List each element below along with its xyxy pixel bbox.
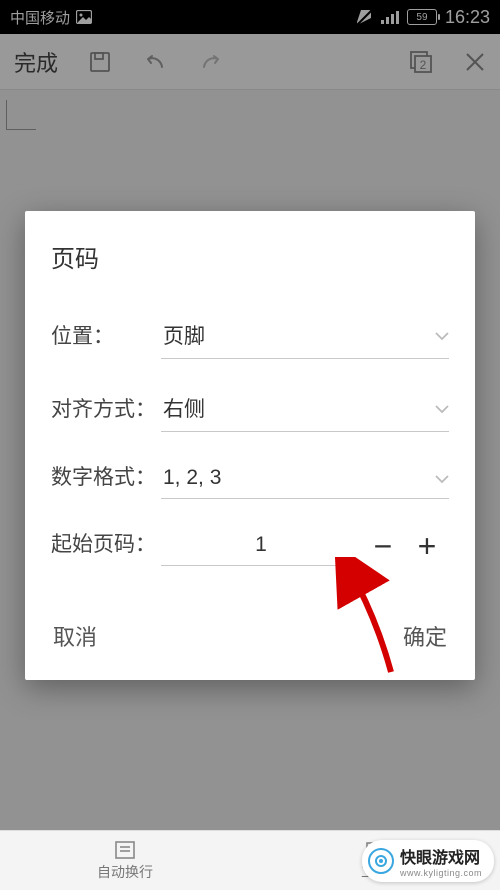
dialog-title: 页码 <box>51 239 449 274</box>
confirm-button[interactable]: 确定 <box>401 616 449 656</box>
start-label: 起始页码： <box>51 531 161 559</box>
increment-button[interactable]: + <box>405 528 449 565</box>
start-page-value[interactable]: 1 <box>161 527 361 566</box>
modal-overlay[interactable]: 页码 位置： 页脚 对齐方式： 右侧 <box>0 0 500 890</box>
nav-wrap-label: 自动换行 <box>97 862 153 882</box>
wrap-icon <box>114 840 136 860</box>
watermark: 快眼游戏网 www.kyligting.com <box>362 840 494 882</box>
watermark-text: 快眼游戏网 <box>400 850 480 867</box>
position-select[interactable]: 页脚 <box>161 314 449 359</box>
watermark-logo <box>368 848 394 874</box>
format-select[interactable]: 1, 2, 3 <box>161 460 449 499</box>
align-value: 右侧 <box>163 393 205 423</box>
format-label: 数字格式： <box>51 464 161 492</box>
format-value: 1, 2, 3 <box>163 466 221 490</box>
chevron-down-icon <box>435 323 449 347</box>
page-number-dialog: 页码 位置： 页脚 对齐方式： 右侧 <box>25 211 475 680</box>
chevron-down-icon <box>435 466 449 490</box>
watermark-url: www.kyligting.com <box>400 868 482 878</box>
decrement-button[interactable]: − <box>361 528 405 565</box>
align-label: 对齐方式： <box>51 396 161 424</box>
cancel-button[interactable]: 取消 <box>51 616 99 656</box>
align-select[interactable]: 右侧 <box>161 387 449 432</box>
position-label: 位置： <box>51 323 161 351</box>
chevron-down-icon <box>435 396 449 420</box>
nav-item-wrap[interactable]: 自动换行 <box>0 831 250 890</box>
position-value: 页脚 <box>163 320 205 350</box>
